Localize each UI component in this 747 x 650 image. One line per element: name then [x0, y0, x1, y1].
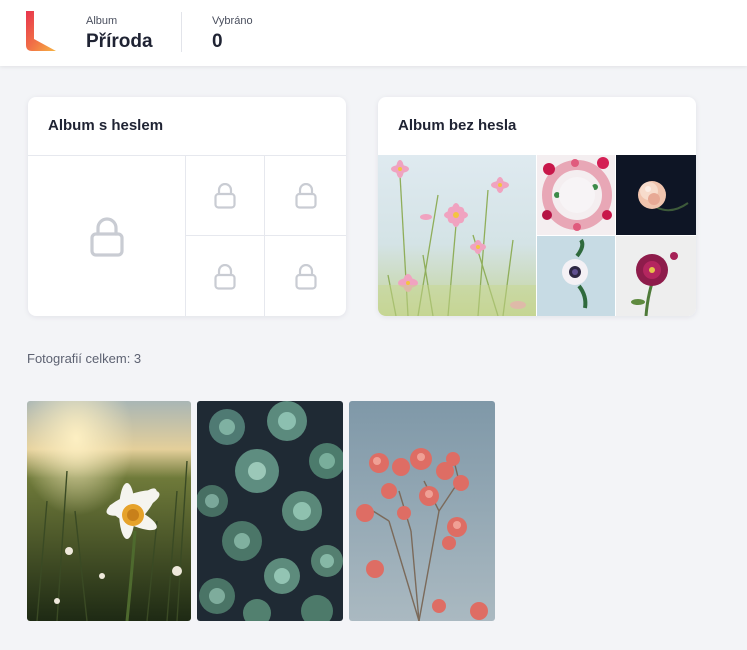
lock-icon: [294, 263, 317, 290]
locked-thumbnail: [265, 156, 346, 236]
lock-icon: [294, 182, 317, 209]
unlocked-thumbnail-grid: [378, 155, 696, 316]
card-title: Album bez hesla: [398, 117, 517, 134]
selected-count: 0: [212, 31, 223, 52]
photo-pink-flowers[interactable]: [349, 401, 495, 621]
top-bar: Album Příroda Vybráno 0: [0, 0, 747, 66]
photo-thumbnail-hollyhock: [616, 236, 696, 316]
header-divider: [181, 12, 182, 52]
lock-icon: [89, 216, 124, 257]
lock-icon: [214, 182, 236, 209]
card-title: Album s heslem: [48, 117, 164, 134]
photo-thumbnail-wreath: [537, 155, 615, 235]
album-info: Album Příroda: [86, 14, 153, 55]
album-card-unlocked[interactable]: Album bez hesla: [378, 97, 696, 316]
photo-succulents[interactable]: [197, 401, 343, 621]
album-card-locked[interactable]: Album s heslem: [28, 97, 346, 316]
logo-icon[interactable]: [26, 11, 56, 51]
selected-info: Vybráno 0: [212, 14, 253, 55]
photo-daisy[interactable]: [27, 401, 191, 621]
album-label: Album: [86, 15, 118, 27]
photo-thumbnail-rose-dark: [616, 155, 696, 235]
album-name: Příroda: [86, 31, 153, 52]
photo-thumbnail-cosmos: [378, 155, 536, 316]
photo-count: Fotografií celkem: 3: [27, 351, 142, 366]
locked-thumbnail: [186, 236, 265, 316]
photo-thumbnail-anemone: [537, 236, 615, 316]
locked-thumbnail: [28, 156, 186, 316]
locked-thumbnail-grid: [28, 155, 346, 316]
locked-thumbnail: [265, 236, 346, 316]
lock-icon: [214, 263, 236, 290]
locked-thumbnail: [186, 156, 265, 236]
selected-label: Vybráno: [212, 15, 253, 27]
